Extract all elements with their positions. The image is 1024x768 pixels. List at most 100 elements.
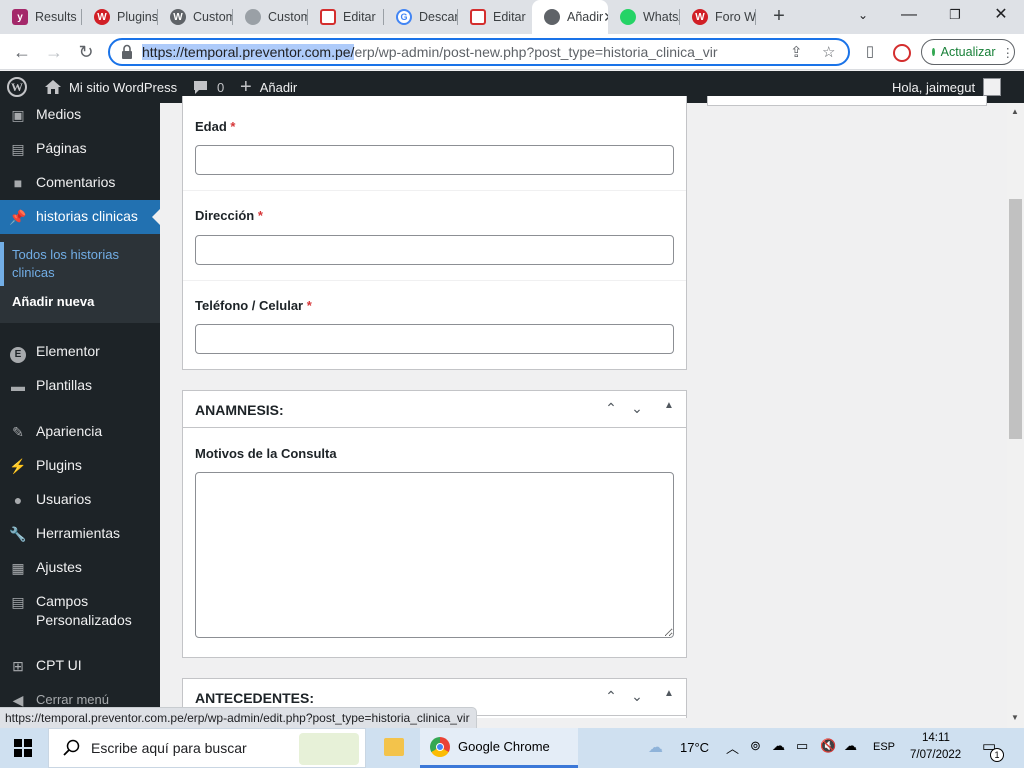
clock-time[interactable]: 14:11 [922, 732, 950, 744]
onedrive-icon[interactable]: ☁ [772, 738, 785, 754]
sidebar-submenu: Todos los historias clinicas Añadir nuev… [0, 234, 160, 323]
media-icon: ▣ [11, 107, 25, 123]
acf-icon [320, 9, 336, 25]
move-down-icon[interactable]: ⌄ [628, 688, 646, 706]
url-text[interactable]: https://temporal.preventor.com.pe/erp/wp… [142, 44, 718, 60]
volume-muted-icon[interactable]: 🔇 [820, 738, 836, 754]
folder-icon: ▬ [11, 378, 25, 394]
site-name-link[interactable]: Mi sitio WordPress [44, 71, 177, 103]
pages-icon: ▤ [11, 141, 25, 157]
page-scrollbar[interactable]: ▲ ▼ [1007, 103, 1024, 728]
field-divider [183, 190, 686, 191]
google-icon: G [396, 9, 412, 25]
windows-start-icon[interactable] [14, 739, 32, 762]
address-input[interactable] [195, 235, 674, 265]
side-metabox-bottom [707, 96, 987, 106]
browser-tab[interactable]: y Results [0, 0, 82, 34]
file-explorer-icon[interactable] [384, 738, 404, 756]
globe-icon [245, 9, 261, 25]
move-up-icon[interactable]: ⌃ [602, 688, 620, 706]
sidebar-item-pages[interactable]: ▤ Páginas [0, 139, 160, 163]
collapse-toggle-icon[interactable]: ▲ [660, 688, 678, 706]
scroll-up-arrow-icon[interactable]: ▲ [1011, 107, 1019, 116]
cloud-sync-icon[interactable]: ☁ [844, 738, 857, 754]
sidebar-item-settings[interactable]: ▦ Ajustes [0, 558, 160, 582]
update-dot-icon [932, 48, 935, 56]
meet-now-icon[interactable]: ⊚ [750, 738, 761, 754]
required-marker: * [257, 208, 263, 223]
browser-tab-active[interactable]: Añadir ✕ [532, 0, 608, 34]
move-down-icon[interactable]: ⌄ [628, 400, 646, 418]
move-up-icon[interactable]: ⌃ [602, 400, 620, 418]
restore-button[interactable]: ❐ [932, 0, 978, 34]
browser-tab[interactable]: W Plugins [82, 0, 158, 34]
tab-search-icon[interactable]: ⌄ [840, 0, 886, 34]
kebab-menu-icon[interactable]: ⋮ [1002, 45, 1015, 60]
input-language[interactable]: ESP [873, 741, 895, 753]
extension-icon[interactable] [888, 38, 916, 66]
weather-temperature[interactable]: 17°C [680, 740, 709, 755]
sidebar-item-appearance[interactable]: ✎ Apariencia [0, 422, 160, 446]
tab-label: WhatsApp [643, 10, 680, 24]
sidebar-item-comments[interactable]: ■ Comentarios [0, 173, 160, 197]
bookmark-star-icon[interactable]: ☆ [822, 43, 835, 61]
submenu-item-add-new[interactable]: Añadir nueva [12, 293, 152, 311]
reload-button[interactable]: ↻ [72, 38, 100, 66]
weather-cloud-icon[interactable]: ☁ [648, 738, 663, 756]
sidebar-item-custom-fields[interactable]: ▤ Campos Personalizados [0, 592, 160, 632]
tab-label: Custom [268, 10, 308, 24]
browser-tab[interactable]: G Descargar [384, 0, 458, 34]
address-bar[interactable]: https://temporal.preventor.com.pe/erp/wp… [108, 38, 850, 66]
url-highlighted: https://temporal.preventor.com.pe/ [142, 44, 355, 60]
tab-label: Custom [193, 10, 233, 24]
phone-label: Teléfono / Celular * [195, 298, 312, 313]
antecedentes-title: ANTECEDENTES: [195, 690, 315, 706]
taskbar-search-box[interactable]: Escribe aquí para buscar [48, 728, 366, 768]
forward-button[interactable]: → [40, 38, 68, 66]
sidebar-item-historias-clinicas[interactable]: 📌 historias clinicas [0, 200, 160, 234]
chevron-up-icon[interactable]: ︿ [726, 738, 739, 757]
consultation-reasons-textarea[interactable] [195, 472, 674, 638]
sidebar-item-users[interactable]: ● Usuarios [0, 490, 160, 514]
phone-input[interactable] [195, 324, 674, 354]
close-window-button[interactable]: ✕ [978, 0, 1024, 34]
minimize-button[interactable]: — [886, 0, 932, 34]
sidebar-item-media[interactable]: ▣ Medios [0, 105, 160, 129]
share-icon[interactable]: ⇪ [790, 43, 803, 61]
sidebar-item-templates[interactable]: ▬ Plantillas [0, 376, 160, 400]
sidebar-collapse-menu[interactable]: ◀ Cerrar menú [0, 690, 160, 708]
new-tab-button[interactable]: + [767, 5, 791, 29]
browser-tab[interactable]: Custom [233, 0, 308, 34]
side-panel-icon[interactable]: ▯ [856, 38, 884, 66]
sidebar-item-cpt-ui[interactable]: ⊞ CPT UI [0, 656, 160, 680]
comment-bubble-icon [194, 81, 207, 94]
browser-tab[interactable]: Editar [458, 0, 532, 34]
browser-tab[interactable]: W Foro W [680, 0, 756, 34]
submenu-focus-bar [0, 242, 4, 286]
url-rest: erp/wp-admin/post-new.php?post_type=hist… [354, 44, 718, 60]
scroll-down-arrow-icon[interactable]: ▼ [1011, 713, 1019, 722]
scrollbar-thumb[interactable] [1009, 199, 1022, 439]
age-input[interactable] [195, 145, 674, 175]
collapse-toggle-icon[interactable]: ▲ [660, 400, 678, 418]
browser-tab-strip: y Results W Plugins W Custom Custom Edit… [0, 0, 1024, 34]
clock-date[interactable]: 7/07/2022 [910, 749, 961, 761]
sidebar-item-tools[interactable]: 🔧 Herramientas [0, 524, 160, 548]
back-button[interactable]: ← [8, 38, 36, 66]
network-icon[interactable]: ▭ [796, 738, 808, 754]
browser-tab[interactable]: WhatsApp [608, 0, 680, 34]
wp-logo-menu[interactable]: W [7, 71, 27, 103]
tab-label: Descargar [419, 10, 458, 24]
anamnesis-header[interactable]: ANAMNESIS: ⌃ ⌄ ▲ [183, 391, 686, 428]
taskbar-chrome-app[interactable]: Google Chrome [420, 728, 578, 768]
submenu-item-all[interactable]: Todos los historias clinicas [12, 246, 152, 282]
sidebar-item-plugins[interactable]: ⚡ Plugins [0, 456, 160, 480]
update-chrome-button[interactable]: Actualizar ⋮ [921, 39, 1015, 65]
cptui-icon: ⊞ [12, 658, 24, 674]
sidebar-item-elementor[interactable]: E Elementor [0, 342, 160, 366]
tab-label: Editar [343, 10, 376, 24]
browser-tab[interactable]: W Custom [158, 0, 233, 34]
windows-taskbar: Escribe aquí para buscar Google Chrome ☁… [0, 728, 1024, 768]
plugin-icon: ⚡ [9, 458, 27, 474]
browser-tab[interactable]: Editar [308, 0, 384, 34]
